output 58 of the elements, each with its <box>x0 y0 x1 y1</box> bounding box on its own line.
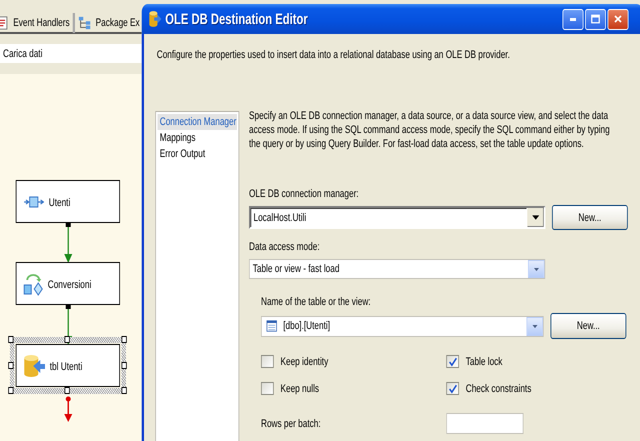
checkbox[interactable] <box>446 355 459 368</box>
task-selector[interactable]: Carica dati <box>0 44 142 63</box>
resize-handle[interactable] <box>122 362 127 369</box>
checkbox-label: Keep identity <box>280 356 328 368</box>
dropdown[interactable]: [dbo].[Utenti] <box>261 316 544 336</box>
field-label: Data access mode: <box>249 241 321 253</box>
checkbox[interactable] <box>261 382 274 395</box>
node-label: Utenti <box>48 196 70 208</box>
caret-icon <box>532 266 540 272</box>
nav-item[interactable]: Mappings <box>158 130 237 146</box>
new-button[interactable]: New... <box>552 205 628 230</box>
checkmark-icon <box>448 384 458 394</box>
resize-handle[interactable] <box>8 387 14 394</box>
flow-node[interactable]: Utenti <box>16 180 120 223</box>
table-icon <box>266 320 278 332</box>
database-icon <box>23 354 46 378</box>
conversion-icon <box>23 272 44 296</box>
nav-item[interactable]: Error Output <box>158 146 237 162</box>
connector-arrow <box>62 223 74 263</box>
new-button[interactable]: New... <box>550 313 626 339</box>
checkbox-label: Keep nulls <box>280 382 320 394</box>
dropdown[interactable]: Table or view - fast load <box>249 259 546 279</box>
flow-node[interactable]: tbl Utenti <box>16 344 120 387</box>
dropdown[interactable]: LocalHost.Utili <box>249 206 546 229</box>
node-label: tbl Utenti <box>50 360 82 372</box>
description-text: Configure the properties used to insert data into a relational database using an OLE DB provider. <box>156 49 511 61</box>
checkmark-icon <box>448 356 458 366</box>
resize-handle[interactable] <box>122 387 127 394</box>
cylinder-icon <box>148 10 162 28</box>
checkbox[interactable] <box>261 355 274 368</box>
maximize-icon <box>590 13 602 25</box>
flow-node[interactable]: Conversioni <box>16 262 120 305</box>
resize-handle[interactable] <box>64 336 70 343</box>
maximize-button[interactable] <box>585 8 606 30</box>
resize-handle[interactable] <box>122 336 127 343</box>
checkbox-label: Check constraints <box>466 382 532 394</box>
minimize-icon <box>570 18 576 20</box>
window-title: OLE DB Destination Editor <box>165 10 308 28</box>
close-button[interactable] <box>608 8 628 30</box>
field-label: Rows per batch: <box>261 418 322 430</box>
resize-handle[interactable] <box>8 362 14 369</box>
data-source-icon <box>23 194 44 210</box>
error-output-arrow <box>62 396 74 422</box>
checkbox-label: Table lock <box>466 356 502 368</box>
rows-per-batch-field[interactable] <box>446 413 524 434</box>
close-icon <box>612 13 624 25</box>
minimize-button[interactable] <box>562 8 584 30</box>
field-label: OLE DB connection manager: <box>249 188 360 200</box>
tree-icon <box>78 16 92 30</box>
caret-icon <box>530 324 539 328</box>
tab[interactable]: Event Handlers <box>0 13 75 33</box>
nav-item[interactable]: Connection Manager <box>158 114 237 130</box>
checkbox[interactable] <box>446 382 459 395</box>
caret-icon <box>532 215 540 220</box>
node-label: Conversioni <box>48 278 92 290</box>
resize-handle[interactable] <box>8 336 14 343</box>
field-label: Name of the table or the view: <box>261 296 372 308</box>
instructions-text: Specify an OLE DB connection manager, a data source, or a data source view, and select the data access mode. If using the SQL command access mode, specify the SQL command either by typing the query or by using Query Builder. For fast-load data access, set the table update options. <box>249 109 611 151</box>
